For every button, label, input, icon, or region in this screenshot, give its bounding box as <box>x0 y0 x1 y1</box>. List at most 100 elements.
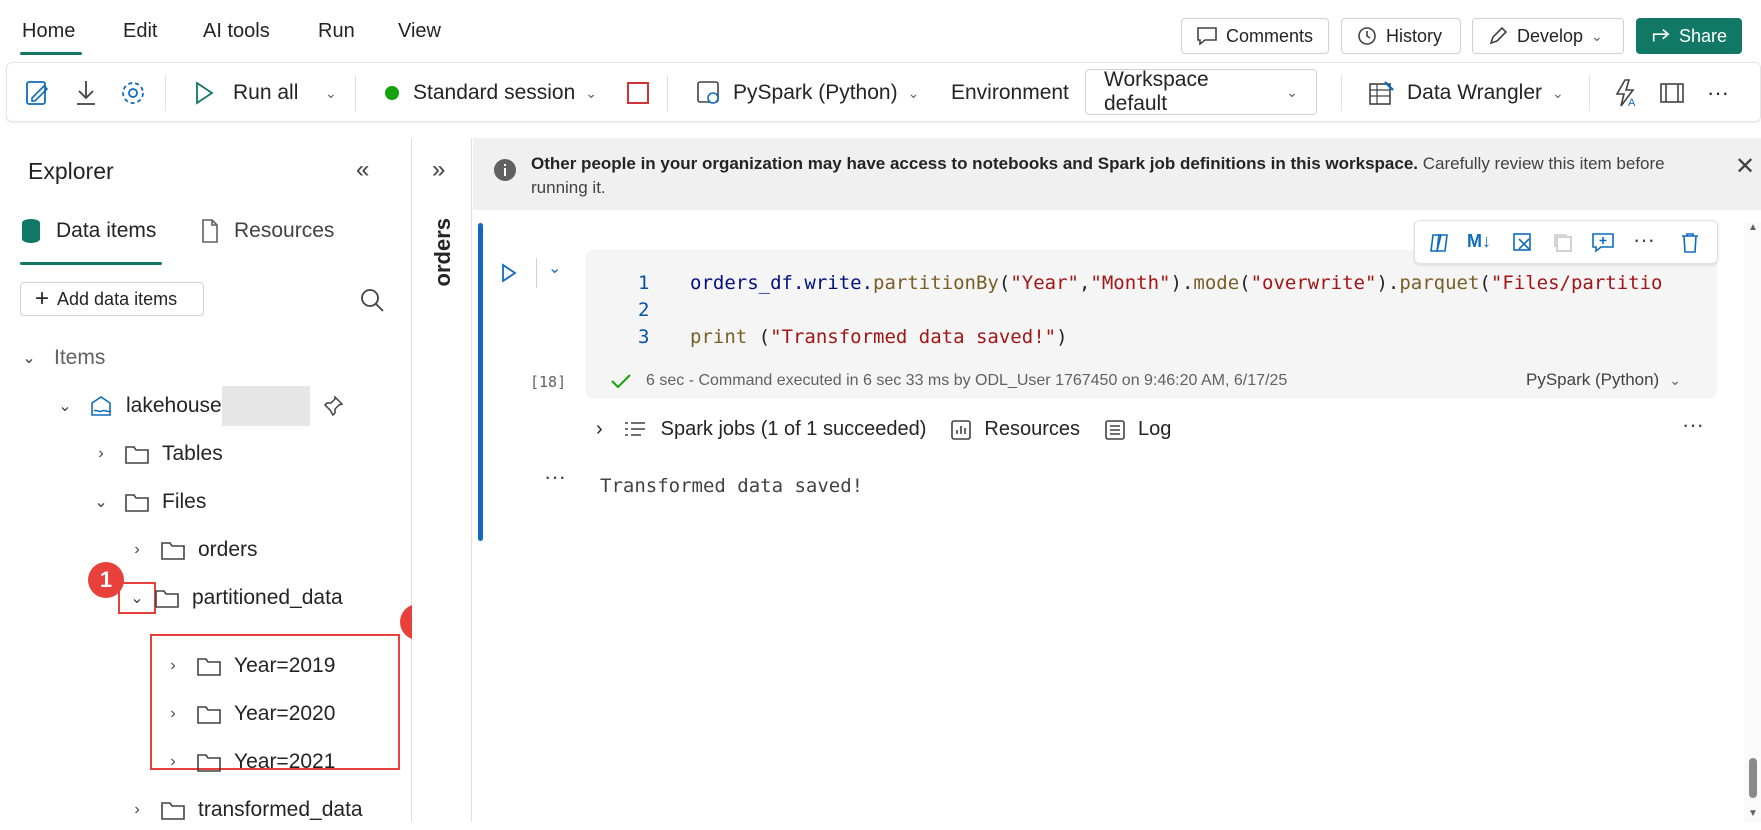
more-options-button[interactable]: ··· <box>1707 73 1729 113</box>
svg-text:A: A <box>1628 97 1636 108</box>
log-link[interactable]: Log <box>1138 418 1171 441</box>
stop-icon <box>627 82 649 104</box>
history-button[interactable]: History <box>1341 18 1461 54</box>
code-line-3: print ("Transformed data saved!") <box>690 326 1068 348</box>
info-banner-bold: Other people in your organization may ha… <box>531 154 1419 173</box>
cell-language-dropdown[interactable]: PySpark (Python) ⌄ <box>1526 370 1681 390</box>
data-wrangler-dropdown[interactable]: Data Wrangler ⌄ <box>1367 73 1564 113</box>
transformed-data-label: transformed_data <box>198 798 363 821</box>
copy-cell-icon[interactable] <box>1551 231 1575 255</box>
run-all-dropdown[interactable]: ⌄ <box>325 73 337 113</box>
play-icon <box>196 81 214 105</box>
scroll-down-arrow[interactable]: ▼ <box>1748 808 1758 819</box>
collapse-panel-icon[interactable]: « <box>356 156 369 184</box>
ellipsis-icon: ··· <box>1707 80 1729 105</box>
copilot-button[interactable]: A <box>1611 73 1641 113</box>
language-dropdown[interactable]: PySpark (Python) ⌄ <box>695 73 919 113</box>
copilot-icon[interactable] <box>1427 231 1453 255</box>
tree-item-orders[interactable]: › orders <box>126 530 257 570</box>
chevron-right-icon: › <box>170 753 176 770</box>
tab-data-items-label: Data items <box>56 219 157 242</box>
tab-run[interactable]: Run <box>318 20 355 43</box>
tree-item-tables[interactable]: › Tables <box>90 434 222 474</box>
tab-home[interactable]: Home <box>22 20 75 43</box>
play-icon <box>502 263 517 283</box>
settings-button[interactable] <box>119 73 147 113</box>
tab-data-items[interactable]: Data items <box>20 218 156 244</box>
download-button[interactable] <box>73 73 99 113</box>
folder-icon <box>155 590 179 608</box>
tree-items-header[interactable]: ⌄ Items <box>18 338 105 378</box>
active-tab-indicator <box>20 262 162 265</box>
run-cell-button[interactable] <box>500 262 518 284</box>
chevron-right-icon: › <box>170 657 176 674</box>
tree-item-lakehouse[interactable]: ⌄ lakehouse <box>54 386 344 426</box>
chevron-right-icon: › <box>170 705 176 722</box>
tree-item-transformed-data[interactable]: › transformed_data <box>126 790 363 830</box>
scrollbar-thumb[interactable] <box>1749 758 1757 798</box>
chevron-down-icon: ⌄ <box>1286 83 1298 100</box>
chevron-down-icon: ⌄ <box>58 398 72 415</box>
session-dropdown[interactable]: Standard session ⌄ <box>385 73 597 113</box>
database-icon <box>22 219 40 243</box>
tab-resources[interactable]: Resources <box>200 218 334 244</box>
spark-jobs-icon <box>624 421 645 436</box>
tree-item-partitioned-data[interactable]: ⌄ partitioned_data <box>118 578 343 618</box>
history-label: History <box>1386 25 1443 46</box>
environment-dropdown[interactable]: Workspace default ⌄ <box>1085 68 1317 115</box>
output-collapse-icon[interactable]: ··· <box>544 464 566 490</box>
tab-view[interactable]: View <box>398 20 441 43</box>
environment-label: Environment <box>951 73 1069 113</box>
spark-jobs-link[interactable]: Spark jobs (1 of 1 succeeded) <box>661 418 927 441</box>
chevron-down-icon: ⌄ <box>94 494 108 511</box>
comments-button[interactable]: Comments <box>1181 18 1329 54</box>
resources-link[interactable]: Resources <box>984 418 1080 441</box>
tab-edit[interactable]: Edit <box>123 20 157 43</box>
data-wrangler-label: Data Wrangler <box>1407 81 1543 104</box>
stop-session-button[interactable] <box>627 73 649 113</box>
ribbon-divider <box>1589 75 1590 111</box>
items-label: Items <box>54 346 106 369</box>
year-2020-label: Year=2020 <box>234 702 336 725</box>
add-data-items-button[interactable]: + Add data items <box>20 282 204 316</box>
chevron-right-icon: › <box>98 445 104 462</box>
search-button[interactable] <box>358 286 386 314</box>
delete-cell-icon[interactable] <box>1679 231 1701 255</box>
tree-item-year-2020[interactable]: › Year=2020 <box>162 694 335 734</box>
chevron-right-icon[interactable]: › <box>596 418 603 441</box>
add-comment-icon[interactable] <box>1591 231 1617 255</box>
edit-notebook-button[interactable] <box>23 73 53 113</box>
vertical-scrollbar[interactable]: ▲ ▼ <box>1744 222 1761 822</box>
freeze-cell-icon[interactable] <box>1511 231 1535 255</box>
tree-item-year-2019[interactable]: › Year=2019 <box>162 646 335 686</box>
output-more-options-icon[interactable]: ··· <box>1682 412 1704 438</box>
chevron-down-icon[interactable]: ⌄ <box>118 582 156 614</box>
code-line-1: orders_df.write.partitionBy("Year","Mont… <box>690 272 1663 294</box>
lakehouse-icon <box>91 396 111 416</box>
log-icon <box>1105 419 1125 440</box>
expand-panel-icon[interactable]: » <box>432 156 445 184</box>
cell-more-options-icon[interactable]: ··· <box>1633 227 1655 253</box>
document-icon <box>202 219 218 243</box>
chevron-down-icon: ⌄ <box>1591 27 1603 44</box>
pencil-icon <box>1489 26 1508 45</box>
chevron-down-icon: ⌄ <box>22 350 36 367</box>
comments-label: Comments <box>1226 25 1314 46</box>
scroll-up-arrow[interactable]: ▲ <box>1748 222 1758 233</box>
execution-status: 6 sec - Command executed in 6 sec 33 ms … <box>610 372 1287 390</box>
share-button[interactable]: Share <box>1636 18 1742 54</box>
cell-toolbar: M↓ ··· <box>1414 220 1718 264</box>
search-icon <box>361 289 384 312</box>
close-icon[interactable]: ✕ <box>1735 152 1755 181</box>
layout-button[interactable] <box>1657 73 1687 113</box>
chevron-down-icon: ⌄ <box>325 84 337 101</box>
tree-item-year-2021[interactable]: › Year=2021 <box>162 742 335 782</box>
add-data-items-label: Add data items <box>57 288 178 309</box>
tab-ai-tools[interactable]: AI tools <box>203 20 270 43</box>
tree-item-files[interactable]: ⌄ Files <box>90 482 206 522</box>
develop-dropdown[interactable]: Develop ⌄ <box>1472 18 1624 54</box>
cell-run-options-chevron[interactable]: ⌄ <box>548 258 561 278</box>
run-all-button[interactable]: Run all <box>193 73 298 113</box>
line-number: 2 <box>638 299 650 321</box>
markdown-toggle-icon[interactable]: M↓ <box>1467 231 1491 252</box>
